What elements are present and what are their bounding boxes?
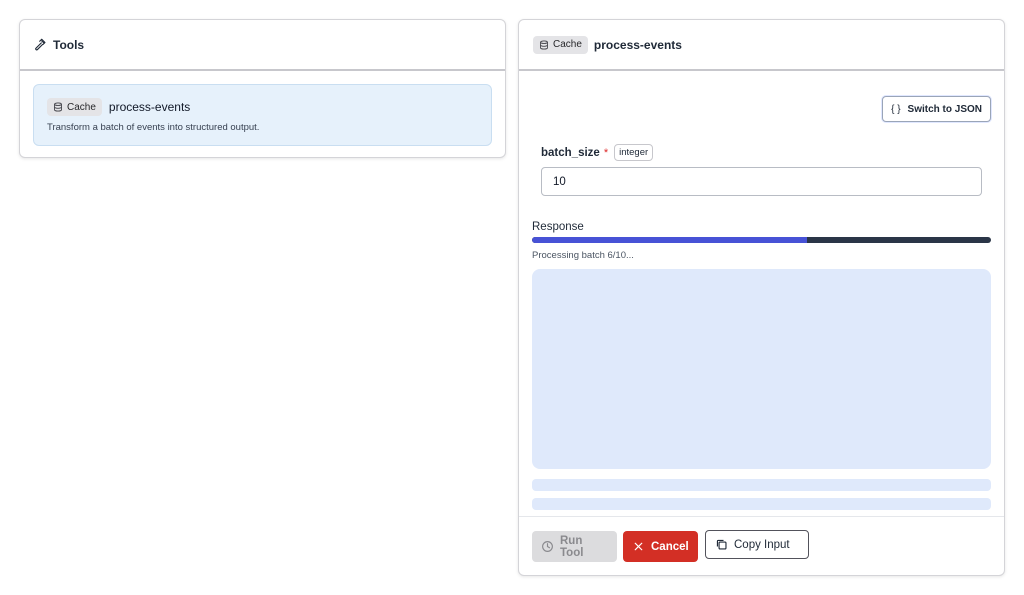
required-marker: * bbox=[603, 146, 609, 159]
run-tool-label: Run Tool bbox=[560, 534, 584, 559]
switch-to-json-label: Switch to JSON bbox=[907, 103, 982, 115]
progress-status: Processing batch 6/10... bbox=[532, 250, 634, 261]
response-skeleton-line bbox=[532, 479, 991, 491]
tool-description: Transform a batch of events into structu… bbox=[47, 122, 260, 133]
switch-to-json-button[interactable]: { } Switch to JSON bbox=[882, 96, 991, 122]
copy-input-button[interactable]: Copy Input bbox=[705, 530, 809, 559]
tool-name: process-events bbox=[108, 100, 191, 114]
cache-badge-label: Cache bbox=[553, 39, 582, 50]
tools-panel: Tools Cache process-events Transform a b… bbox=[19, 19, 506, 158]
copy-input-label: Copy Input bbox=[734, 538, 790, 551]
tool-detail-title: process-events bbox=[593, 37, 682, 52]
batch-size-value: 10 bbox=[553, 175, 566, 188]
type-badge: integer bbox=[614, 144, 654, 161]
progress-bar-fill bbox=[532, 237, 808, 243]
tool-detail-panel: Cache process-events { } Switch to JSON … bbox=[518, 19, 1005, 576]
cache-badge: Cache bbox=[533, 35, 588, 54]
cache-badge-label: Cache bbox=[67, 101, 96, 113]
clock-icon bbox=[541, 540, 554, 553]
response-heading: Response bbox=[532, 221, 584, 233]
batch-size-input[interactable]: 10 bbox=[541, 167, 982, 196]
cancel-button[interactable]: Cancel bbox=[623, 531, 698, 562]
close-icon bbox=[632, 540, 645, 553]
copy-icon bbox=[715, 538, 728, 551]
database-icon bbox=[53, 102, 63, 112]
field-label: batch_size bbox=[541, 146, 600, 159]
cancel-label: Cancel bbox=[651, 540, 689, 553]
hammer-icon bbox=[34, 38, 47, 51]
database-icon bbox=[539, 40, 549, 50]
progress-bar bbox=[532, 237, 991, 243]
tool-list-item[interactable]: Cache process-events Transform a batch o… bbox=[33, 84, 492, 146]
tools-panel-header: Tools bbox=[20, 20, 505, 71]
response-skeleton-line bbox=[532, 498, 991, 510]
response-skeleton-block bbox=[532, 269, 991, 469]
batch-size-label-row: batch_size * integer bbox=[541, 144, 654, 161]
run-tool-button[interactable]: Run Tool bbox=[532, 531, 617, 562]
cache-badge: Cache bbox=[47, 98, 102, 116]
braces-icon: { } bbox=[891, 103, 901, 115]
tool-detail-header: Cache process-events bbox=[519, 20, 1004, 71]
tools-panel-title: Tools bbox=[53, 37, 85, 52]
action-bar: Run Tool Cancel Copy Input bbox=[519, 516, 1004, 575]
